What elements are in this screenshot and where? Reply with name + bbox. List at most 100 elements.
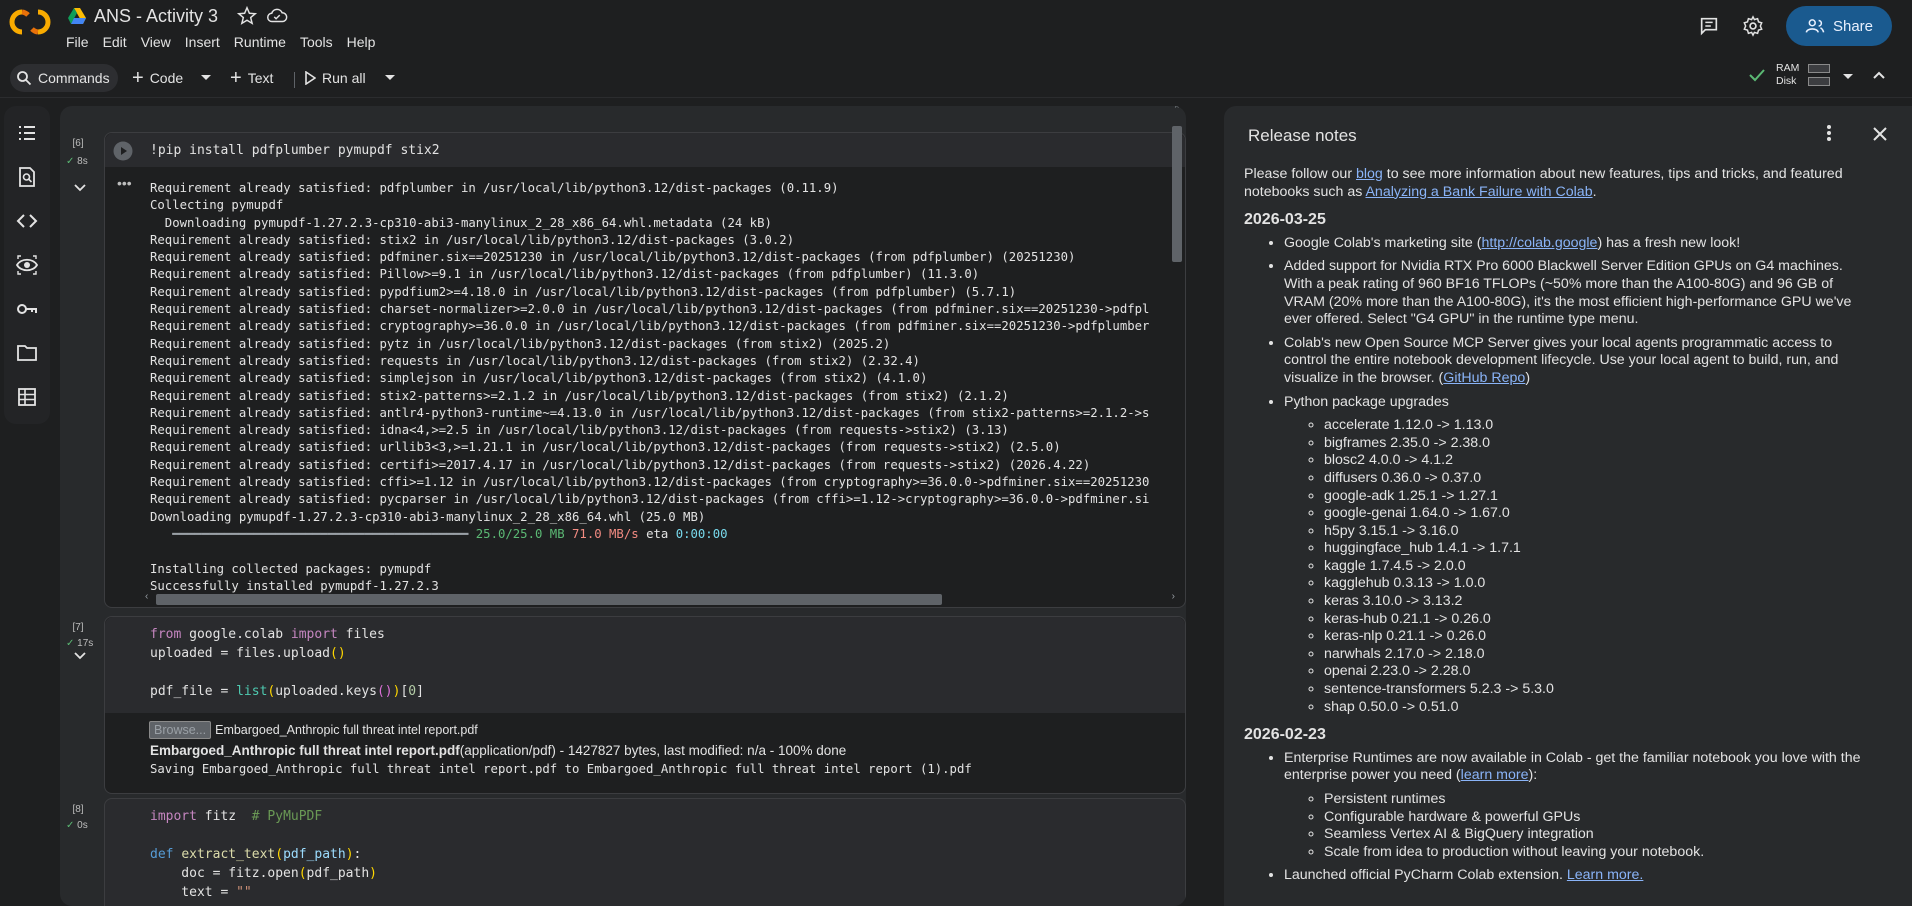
output-actions-icon[interactable]: •••	[117, 176, 132, 190]
cell-execution-count: [7]	[72, 622, 84, 633]
more-options-icon[interactable]	[1826, 124, 1832, 142]
secrets-key-icon[interactable]	[16, 298, 38, 320]
code-cell-upload[interactable]: from google.colab import files uploaded …	[104, 616, 1186, 794]
output-line: Requirement already satisfied: idna<4,>=…	[150, 423, 1009, 438]
list-item: Persistent runtimes	[1324, 791, 1864, 809]
horizontal-scrollbar[interactable]: ‹ ›	[145, 591, 1175, 605]
colab-logo[interactable]	[8, 6, 52, 38]
cloud-saved-icon[interactable]	[266, 5, 288, 27]
menu-file[interactable]: File	[66, 34, 99, 50]
find-replace-icon[interactable]	[16, 166, 38, 188]
pycharm-learn-more-link[interactable]: Learn more.	[1567, 867, 1644, 883]
output-line: Requirement already satisfied: pycparser…	[150, 492, 1150, 507]
plus-icon: +	[230, 67, 242, 89]
cell-code-editor[interactable]: from google.colab import files uploaded …	[105, 617, 1185, 713]
release-notes-body: Please follow our blog to see more infor…	[1244, 166, 1864, 891]
collapse-chevron-up-icon[interactable]	[1872, 70, 1886, 80]
horizontal-scroll-thumb[interactable]	[156, 594, 942, 605]
cell-exec-time: 17s	[77, 638, 94, 649]
files-folder-icon[interactable]	[16, 342, 38, 364]
release-notes-title: Release notes	[1248, 126, 1357, 145]
share-button[interactable]: Share	[1786, 6, 1892, 46]
release-date: 2026-03-25	[1244, 211, 1326, 229]
close-icon[interactable]	[1872, 126, 1888, 142]
code-cell-extract-text[interactable]: import fitz # PyMuPDF def extract_text(p…	[104, 798, 1186, 906]
code-block: from google.colab import files uploaded …	[150, 627, 424, 699]
code-cell-pip-install[interactable]: !pip install pdfplumber pymupdf stix2 ••…	[104, 132, 1186, 608]
run-all-dropdown-button[interactable]	[384, 64, 396, 92]
colab-site-link[interactable]: http://colab.google	[1481, 235, 1597, 251]
commands-label: Commands	[38, 70, 110, 86]
release-notes-panel: Release notes Please follow our blog to …	[1224, 106, 1912, 906]
collapse-output-chevron-icon[interactable]	[74, 652, 86, 660]
output-line: Requirement already satisfied: stix2 in …	[150, 232, 795, 247]
scroll-up-icon[interactable]: ⌃	[1173, 106, 1181, 115]
comments-icon[interactable]	[1698, 15, 1720, 37]
star-icon[interactable]	[236, 5, 258, 27]
toolbar-divider	[294, 72, 295, 88]
list-item: sentence-transformers 5.2.3 -> 5.3.0	[1324, 681, 1864, 699]
list-item: blosc2 4.0.0 -> 4.1.2	[1324, 452, 1864, 470]
ram-bar	[1808, 64, 1830, 73]
vertical-scroll-thumb[interactable]	[1172, 126, 1182, 262]
cell-code-editor[interactable]: !pip install pdfplumber pymupdf stix2	[105, 133, 1185, 167]
list-item: Python package upgrades accelerate 1.12.…	[1284, 394, 1864, 717]
run-cell-icon[interactable]	[113, 141, 133, 161]
list-item: openai 2.23.0 -> 2.28.0	[1324, 663, 1864, 681]
menu-view[interactable]: View	[141, 34, 181, 50]
output-line: Requirement already satisfied: pdfplumbe…	[150, 181, 839, 195]
variables-inspector-icon[interactable]	[16, 254, 38, 276]
output-line: Requirement already satisfied: cffi>=1.1…	[150, 475, 1150, 490]
menu-runtime[interactable]: Runtime	[234, 34, 296, 50]
output-line: Requirement already satisfied: charset-n…	[150, 302, 1150, 317]
code-dropdown-button[interactable]	[200, 64, 212, 92]
menu-insert[interactable]: Insert	[185, 34, 230, 50]
output-line: Installing collected packages: pymupdf	[150, 561, 432, 576]
output-line: Requirement already satisfied: pytz in /…	[150, 336, 891, 351]
data-table-icon[interactable]	[16, 386, 38, 408]
code-block: import fitz # PyMuPDF def extract_text(p…	[150, 809, 377, 900]
cell-execution-count: [8]	[72, 804, 84, 815]
list-item: keras 3.10.0 -> 3.13.2	[1324, 593, 1864, 611]
code-snippets-icon[interactable]	[16, 210, 38, 232]
learn-more-link[interactable]: learn more	[1461, 767, 1529, 783]
table-of-contents-icon[interactable]	[16, 122, 38, 144]
uploaded-file-name: Embargoed_Anthropic full threat intel re…	[150, 743, 460, 758]
code-line: !pip install pdfplumber pymupdf stix2	[150, 143, 440, 158]
package-upgrades-list: accelerate 1.12.0 -> 1.13.0bigframes 2.3…	[1324, 417, 1864, 716]
resource-monitor[interactable]: RAM Disk	[1776, 62, 1830, 88]
menu-help[interactable]: Help	[347, 34, 386, 50]
menu-edit[interactable]: Edit	[103, 34, 137, 50]
play-icon	[305, 71, 316, 85]
commands-button[interactable]: Commands	[10, 64, 118, 92]
code-label: Code	[149, 70, 184, 86]
bank-failure-link[interactable]: Analyzing a Bank Failure with Colab	[1365, 184, 1592, 200]
cell-execution-count: [6]	[72, 138, 84, 149]
output-line: Requirement already satisfied: urllib3<3…	[150, 440, 1061, 455]
output-line: Collecting pymupdf	[150, 198, 284, 213]
list-item: google-genai 1.64.0 -> 1.67.0	[1324, 505, 1864, 523]
download-progress-line: ━━━━━━━━━━━━━━━━━━━━━━━━━━━━━━━━━━━━━━━━…	[150, 526, 1180, 543]
menu-bar: File Edit View Insert Runtime Tools Help	[66, 34, 389, 50]
output-line: Requirement already satisfied: pdfminer.…	[150, 250, 1076, 265]
list-item: Enterprise Runtimes are now available in…	[1284, 750, 1864, 862]
list-item: kaggle 1.7.4.5 -> 2.0.0	[1324, 558, 1864, 576]
list-item: Seamless Vertex AI & BigQuery integratio…	[1324, 826, 1864, 844]
browse-button[interactable]: Browse...	[149, 721, 212, 739]
notebook-title[interactable]: ANS - Activity 3	[94, 6, 218, 27]
drive-icon[interactable]	[68, 8, 86, 24]
scroll-left-icon[interactable]: ‹	[145, 591, 148, 602]
add-code-button[interactable]: + Code	[132, 64, 183, 92]
run-all-button[interactable]: Run all	[304, 64, 366, 92]
add-text-button[interactable]: + Text	[230, 64, 273, 92]
collapse-output-chevron-icon[interactable]	[74, 184, 86, 192]
github-repo-link[interactable]: GitHub Repo	[1443, 370, 1525, 386]
saving-message: Saving Embargoed_Anthropic full threat i…	[150, 762, 972, 776]
chevron-down-icon[interactable]	[1842, 73, 1854, 81]
settings-gear-icon[interactable]	[1742, 15, 1764, 37]
menu-tools[interactable]: Tools	[300, 34, 343, 50]
release-list: Google Colab's marketing site (http://co…	[1284, 235, 1864, 716]
notebook-vertical-scrollbar[interactable]: ⌃	[1170, 106, 1184, 906]
blog-link[interactable]: blog	[1356, 166, 1383, 182]
